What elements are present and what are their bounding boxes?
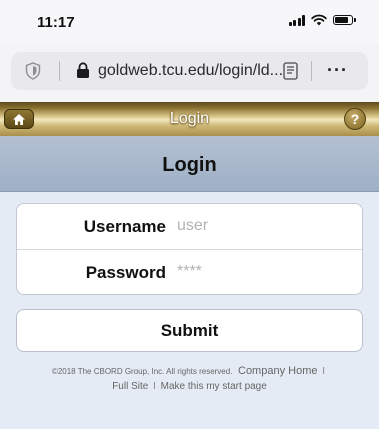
username-input[interactable] — [177, 212, 347, 240]
copyright-text: ©2018 The CBORD Group, Inc. All rights r… — [51, 367, 233, 376]
url-text[interactable]: goldweb.tcu.edu/login/ld... — [98, 62, 283, 80]
lock-icon — [77, 62, 89, 78]
signal-icon — [288, 14, 305, 26]
title-bar: Login — [0, 136, 379, 192]
password-label: Password — [85, 263, 166, 282]
url-bar-divider — [311, 61, 312, 81]
header-title: Login — [169, 110, 210, 127]
url-bar-divider — [59, 61, 60, 81]
app-header: Login ? — [0, 102, 379, 136]
company-home-link[interactable]: Company Home — [238, 365, 317, 377]
wifi-icon — [311, 14, 327, 26]
more-icon[interactable]: ··· — [327, 60, 348, 81]
status-bar: 11:17 — [0, 0, 379, 44]
status-time: 11:17 — [37, 14, 75, 31]
username-label: Username — [83, 217, 166, 236]
shield-icon[interactable] — [25, 62, 41, 80]
footer-separator: I — [322, 366, 326, 377]
username-row: Username — [17, 204, 362, 250]
status-icons — [288, 14, 356, 26]
url-bar[interactable]: goldweb.tcu.edu/login/ld... ··· — [11, 52, 368, 90]
page-body: Login Username Password Submit ©2018 The… — [0, 136, 379, 429]
password-input[interactable] — [177, 258, 347, 286]
password-row: Password — [17, 250, 362, 295]
make-start-page-link[interactable]: Make this my start page — [161, 381, 267, 392]
login-form: Username Password — [16, 203, 363, 295]
help-button[interactable]: ? — [344, 108, 366, 130]
reader-icon[interactable] — [283, 62, 298, 80]
footer-line: Full Site I Make this my start page — [0, 379, 379, 394]
battery-icon — [333, 15, 356, 25]
full-site-link[interactable]: Full Site — [112, 381, 148, 392]
submit-button[interactable]: Submit — [16, 309, 363, 352]
footer-separator: I — [153, 381, 156, 392]
page-title: Login — [162, 154, 217, 176]
footer: ©2018 The CBORD Group, Inc. All rights r… — [0, 364, 379, 394]
footer-line: ©2018 The CBORD Group, Inc. All rights r… — [0, 364, 379, 379]
